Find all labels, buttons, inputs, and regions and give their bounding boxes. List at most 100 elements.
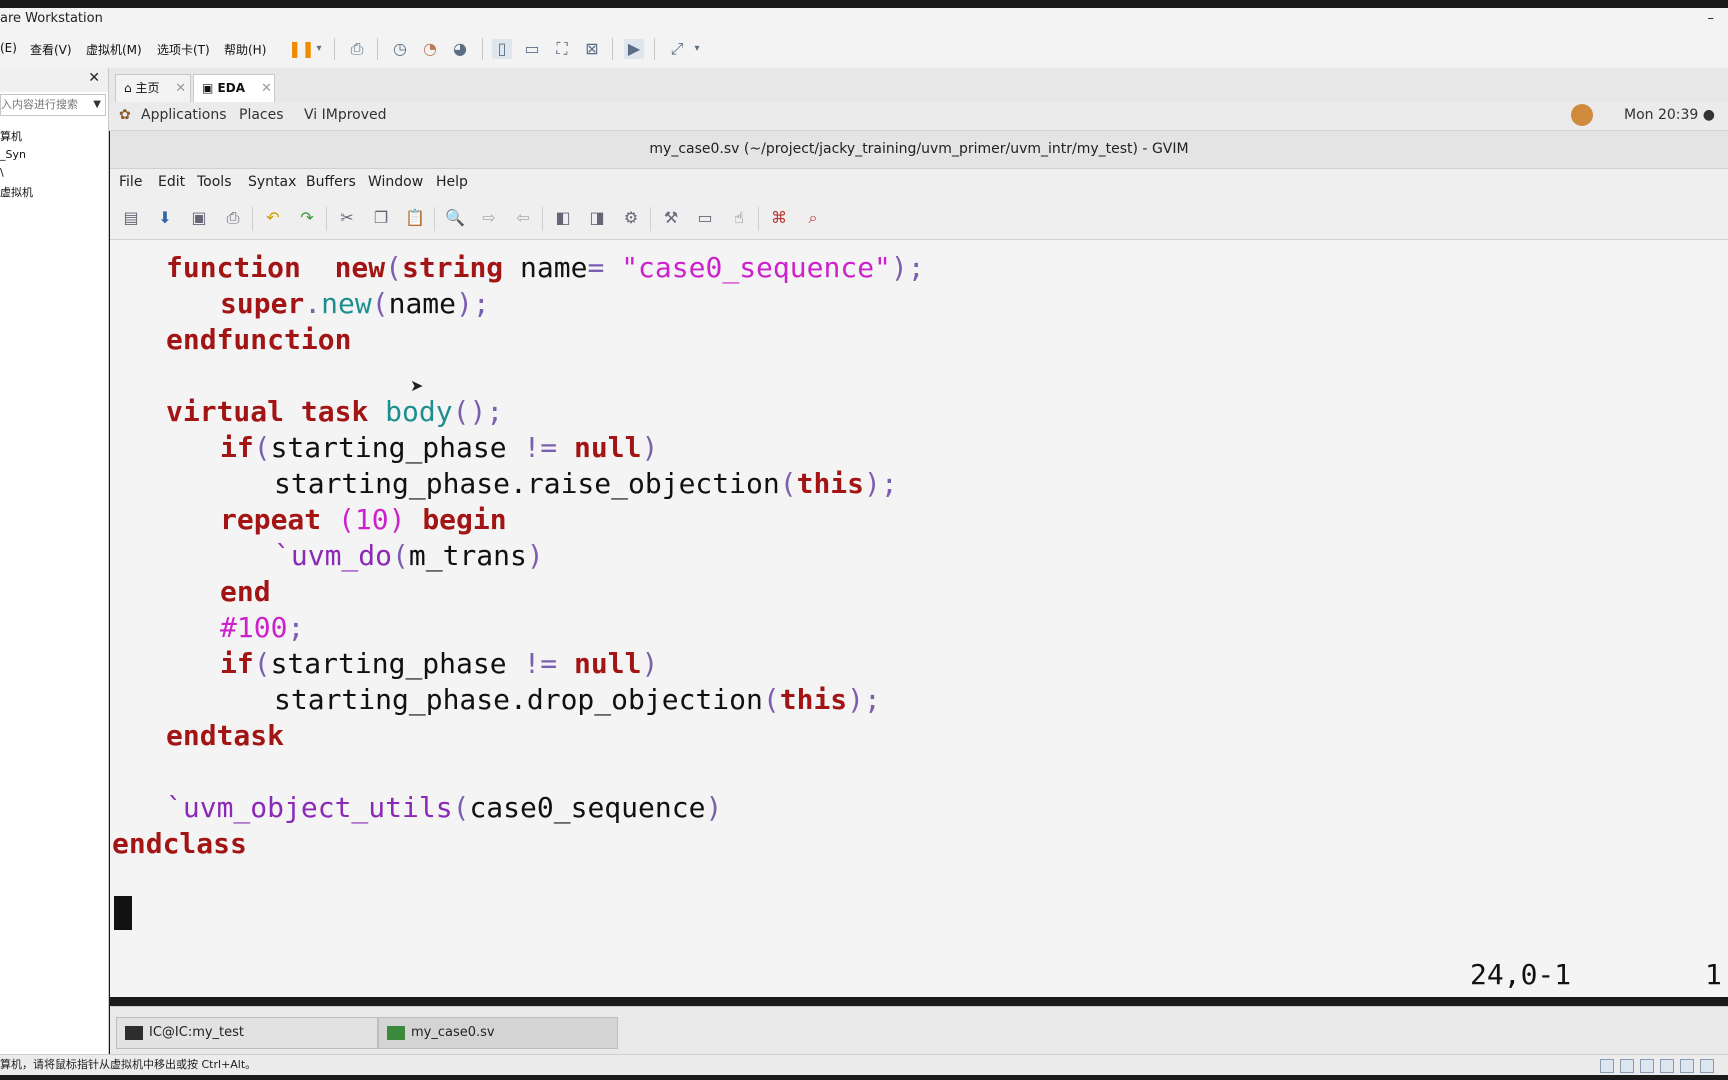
thumbnail-icon[interactable]: ▭: [522, 39, 542, 59]
token: this: [779, 683, 848, 716]
close-icon[interactable]: ✕: [261, 81, 272, 96]
redo-icon[interactable]: ↷: [296, 207, 318, 229]
library-search-input[interactable]: 入内容进行搜索 ▼: [0, 94, 106, 116]
menu-file[interactable]: File: [119, 174, 142, 190]
terminal-icon: [125, 1025, 143, 1040]
library-item[interactable]: _Syn: [0, 148, 26, 161]
taskbar-item-terminal[interactable]: IC@IC:my_test: [116, 1017, 378, 1049]
revert-snapshot-icon[interactable]: ◔: [420, 39, 440, 59]
chevron-down-icon[interactable]: ▼: [93, 95, 101, 115]
snapshot-icon[interactable]: ◷: [390, 39, 410, 59]
vim-icon: [387, 1025, 405, 1040]
gnome-foot-icon: ✿: [119, 107, 131, 123]
chevron-down-icon[interactable]: ▾: [687, 39, 707, 59]
code-line: repeat (10) begin: [220, 502, 507, 538]
ctags-icon[interactable]: ☝: [728, 207, 750, 229]
applications-menu[interactable]: Applications: [141, 107, 227, 123]
sidebar-toggle-icon[interactable]: ▯: [492, 39, 512, 59]
library-item[interactable]: 虚拟机: [0, 184, 33, 200]
menu-window[interactable]: Window: [368, 174, 423, 190]
token: (: [392, 539, 409, 572]
print-icon[interactable]: ⎙: [222, 207, 244, 229]
menu-tabs[interactable]: 选项卡(T): [157, 41, 210, 58]
stretch-icon[interactable]: ⤢: [667, 39, 687, 59]
open-file-icon[interactable]: ▤: [120, 207, 142, 229]
find-help-icon[interactable]: ⌕: [802, 207, 824, 229]
network-icon[interactable]: [1640, 1059, 1654, 1073]
token: #100: [220, 611, 288, 644]
mouse-pointer-icon: ➤: [410, 376, 424, 395]
pause-icon[interactable]: ❚❚: [288, 39, 315, 59]
cut-icon[interactable]: ✂: [336, 207, 358, 229]
token: name: [503, 251, 588, 284]
token: begin: [422, 503, 507, 536]
menu-help[interactable]: Help: [436, 174, 468, 190]
token: ): [641, 431, 659, 464]
minimize-button[interactable]: –: [1708, 8, 1715, 30]
token: endclass: [112, 827, 247, 860]
sound-icon[interactable]: [1680, 1059, 1694, 1073]
menu-syntax[interactable]: Syntax: [248, 174, 296, 190]
gvim-editor[interactable]: function new(string name= "case0_sequenc…: [110, 240, 1728, 997]
toolbar-divider: [482, 38, 483, 60]
token: starting_phase.raise_objection: [274, 467, 780, 500]
run-script-icon[interactable]: ⚙: [620, 207, 642, 229]
token: `uvm_object_utils: [166, 791, 453, 824]
make-icon[interactable]: ⚒: [660, 207, 682, 229]
cdrom-icon[interactable]: [1620, 1059, 1634, 1073]
menu-edit[interactable]: (E): [0, 41, 17, 55]
menu-vm[interactable]: 虚拟机(M): [86, 41, 142, 58]
close-icon[interactable]: ✕: [88, 70, 100, 86]
token: (10): [321, 503, 423, 536]
find-next-icon[interactable]: ⇨: [478, 207, 500, 229]
token: (: [253, 647, 271, 680]
menu-buffers[interactable]: Buffers: [306, 174, 356, 190]
tab-home-label: 主页: [135, 81, 160, 95]
menu-view[interactable]: 查看(V): [30, 41, 72, 58]
save-all-icon[interactable]: ▣: [188, 207, 210, 229]
display-icon[interactable]: [1700, 1059, 1714, 1073]
find-prev-icon[interactable]: ⇦: [512, 207, 534, 229]
token: case0_sequence: [469, 791, 706, 824]
chevron-down-icon[interactable]: ▾: [309, 39, 329, 59]
code-line: endtask: [166, 718, 284, 754]
fullscreen-icon[interactable]: ⛶: [552, 39, 572, 59]
gvim-menubar: File Edit Tools Syntax Buffers Window He…: [110, 169, 1728, 197]
tab-eda[interactable]: ▣ EDA ✕: [193, 74, 275, 103]
usb-icon[interactable]: [1660, 1059, 1674, 1073]
tab-home[interactable]: ⌂ 主页 ✕: [115, 74, 191, 103]
token: name: [388, 287, 457, 320]
active-app-name[interactable]: Vi IMproved: [304, 107, 387, 123]
save-session-icon[interactable]: ◨: [586, 207, 608, 229]
taskbar-item-gvim[interactable]: my_case0.sv (~/project/jacky_trainin...: [378, 1017, 618, 1070]
find-replace-icon[interactable]: 🔍: [444, 207, 466, 229]
library-item[interactable]: 算机: [0, 128, 22, 144]
undo-icon[interactable]: ↶: [262, 207, 284, 229]
menu-tools[interactable]: Tools: [197, 174, 232, 190]
places-menu[interactable]: Places: [239, 107, 284, 123]
code-line: #100;: [220, 610, 304, 646]
console-icon[interactable]: ▶: [624, 39, 644, 59]
user-avatar-icon[interactable]: [1571, 104, 1593, 126]
token: (: [762, 683, 780, 716]
menu-help[interactable]: 帮助(H): [224, 41, 266, 58]
copy-icon[interactable]: ❐: [370, 207, 392, 229]
clock[interactable]: Mon 20:39 ●: [1624, 107, 1715, 123]
token: `uvm_do: [274, 539, 393, 572]
cursor-position-ruler: 24,0-1: [1470, 958, 1572, 991]
menu-edit[interactable]: Edit: [158, 174, 185, 190]
ruler-edge: 1: [1705, 958, 1722, 991]
library-item[interactable]: \: [0, 166, 4, 179]
code-line: super.new(name);: [220, 286, 490, 322]
hdd-icon[interactable]: [1600, 1059, 1614, 1073]
snapshot-manager-icon[interactable]: ◕: [450, 39, 470, 59]
paste-icon[interactable]: 📋: [404, 207, 426, 229]
token: string: [402, 251, 504, 284]
help-icon[interactable]: ⌘: [768, 207, 790, 229]
close-icon[interactable]: ✕: [175, 81, 186, 96]
load-session-icon[interactable]: ◧: [552, 207, 574, 229]
shell-icon[interactable]: ▭: [694, 207, 716, 229]
save-icon[interactable]: ⬇: [154, 207, 176, 229]
unity-icon[interactable]: ⊠: [582, 39, 602, 59]
send-keys-icon[interactable]: ⎙: [347, 39, 367, 59]
